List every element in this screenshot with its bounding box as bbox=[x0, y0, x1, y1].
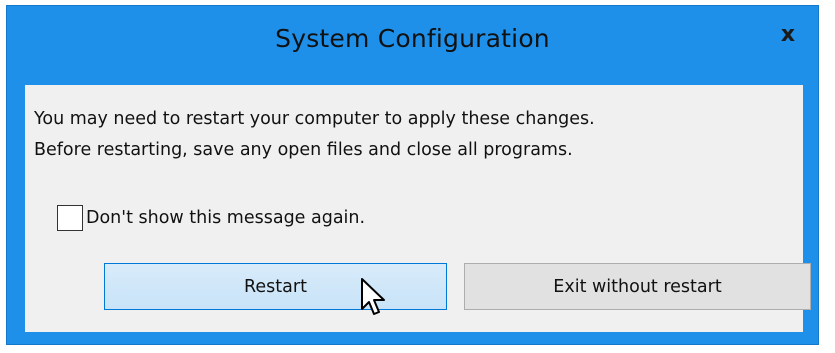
restart-button-label: Restart bbox=[244, 276, 307, 297]
dont-show-again-checkbox-row[interactable]: Don't show this message again. bbox=[57, 205, 365, 231]
message-text: You may need to restart your computer to… bbox=[34, 104, 595, 166]
hand-pointer-cursor-icon bbox=[361, 278, 385, 315]
dialog-body: You may need to restart your computer to… bbox=[25, 85, 811, 332]
close-button[interactable]: x bbox=[768, 16, 808, 52]
exit-without-restart-button[interactable]: Exit without restart bbox=[464, 263, 811, 310]
title-bar[interactable]: System Configuration x bbox=[7, 6, 818, 82]
message-line-1: You may need to restart your computer to… bbox=[34, 109, 595, 129]
dont-show-again-checkbox[interactable] bbox=[57, 205, 83, 231]
dialog-title: System Configuration bbox=[275, 24, 550, 53]
dialog-window: System Configuration x You may need to r… bbox=[6, 5, 819, 345]
restart-button[interactable]: Restart bbox=[104, 263, 447, 310]
exit-without-restart-button-label: Exit without restart bbox=[553, 276, 722, 297]
message-line-2: Before restarting, save any open files a… bbox=[34, 140, 573, 160]
close-icon: x bbox=[780, 21, 796, 47]
dont-show-again-label[interactable]: Don't show this message again. bbox=[86, 208, 365, 228]
